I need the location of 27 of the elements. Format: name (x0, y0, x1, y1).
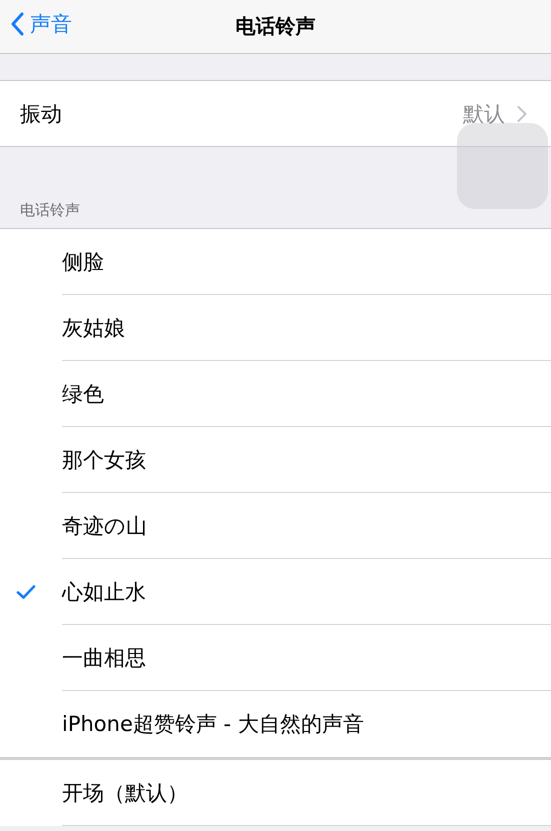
ringtone-row[interactable]: 那个女孩 (0, 427, 551, 493)
ringtone-name: 侧脸 (62, 248, 104, 276)
ringtone-name: 那个女孩 (62, 446, 146, 474)
page-title: 电话铃声 (236, 13, 316, 40)
vibration-value: 默认 (463, 100, 505, 128)
ringtone-name: 奇迹の山 (62, 512, 147, 540)
ringtone-row[interactable]: iPhone超赞铃声 - 大自然的声音 (0, 691, 551, 757)
ringtone-row[interactable]: 心如止水 (0, 559, 551, 625)
chevron-icon (517, 104, 527, 122)
vibration-label: 振动 (20, 100, 63, 128)
back-chevron-icon (10, 12, 24, 36)
ringtone-row[interactable]: 灰姑娘 (0, 295, 551, 361)
ringtone-row[interactable]: 开场（默认） (0, 760, 551, 826)
assistive-touch-button[interactable] (457, 123, 548, 209)
back-button[interactable]: 声音 (8, 8, 74, 40)
ringtone-row[interactable]: 奇迹の山 (0, 493, 551, 559)
section-header: 电话铃声 (20, 201, 80, 220)
ringtone-name: iPhone超赞铃声 - 大自然的声音 (62, 711, 364, 738)
ringtone-row[interactable]: 一曲相思 (0, 625, 551, 691)
ringtone-name: 绿色 (62, 380, 104, 408)
ringtone-name: 一曲相思 (62, 644, 146, 672)
ringtone-row[interactable]: 侧脸 (0, 229, 551, 295)
vibration-row[interactable]: 振动 默认 (0, 81, 551, 147)
ringtone-name: 心如止水 (62, 578, 146, 606)
ringtone-name: 灰姑娘 (62, 314, 125, 342)
ringtone-name: 开场（默认） (62, 780, 188, 806)
ringtone-row[interactable]: 绿色 (0, 361, 551, 427)
